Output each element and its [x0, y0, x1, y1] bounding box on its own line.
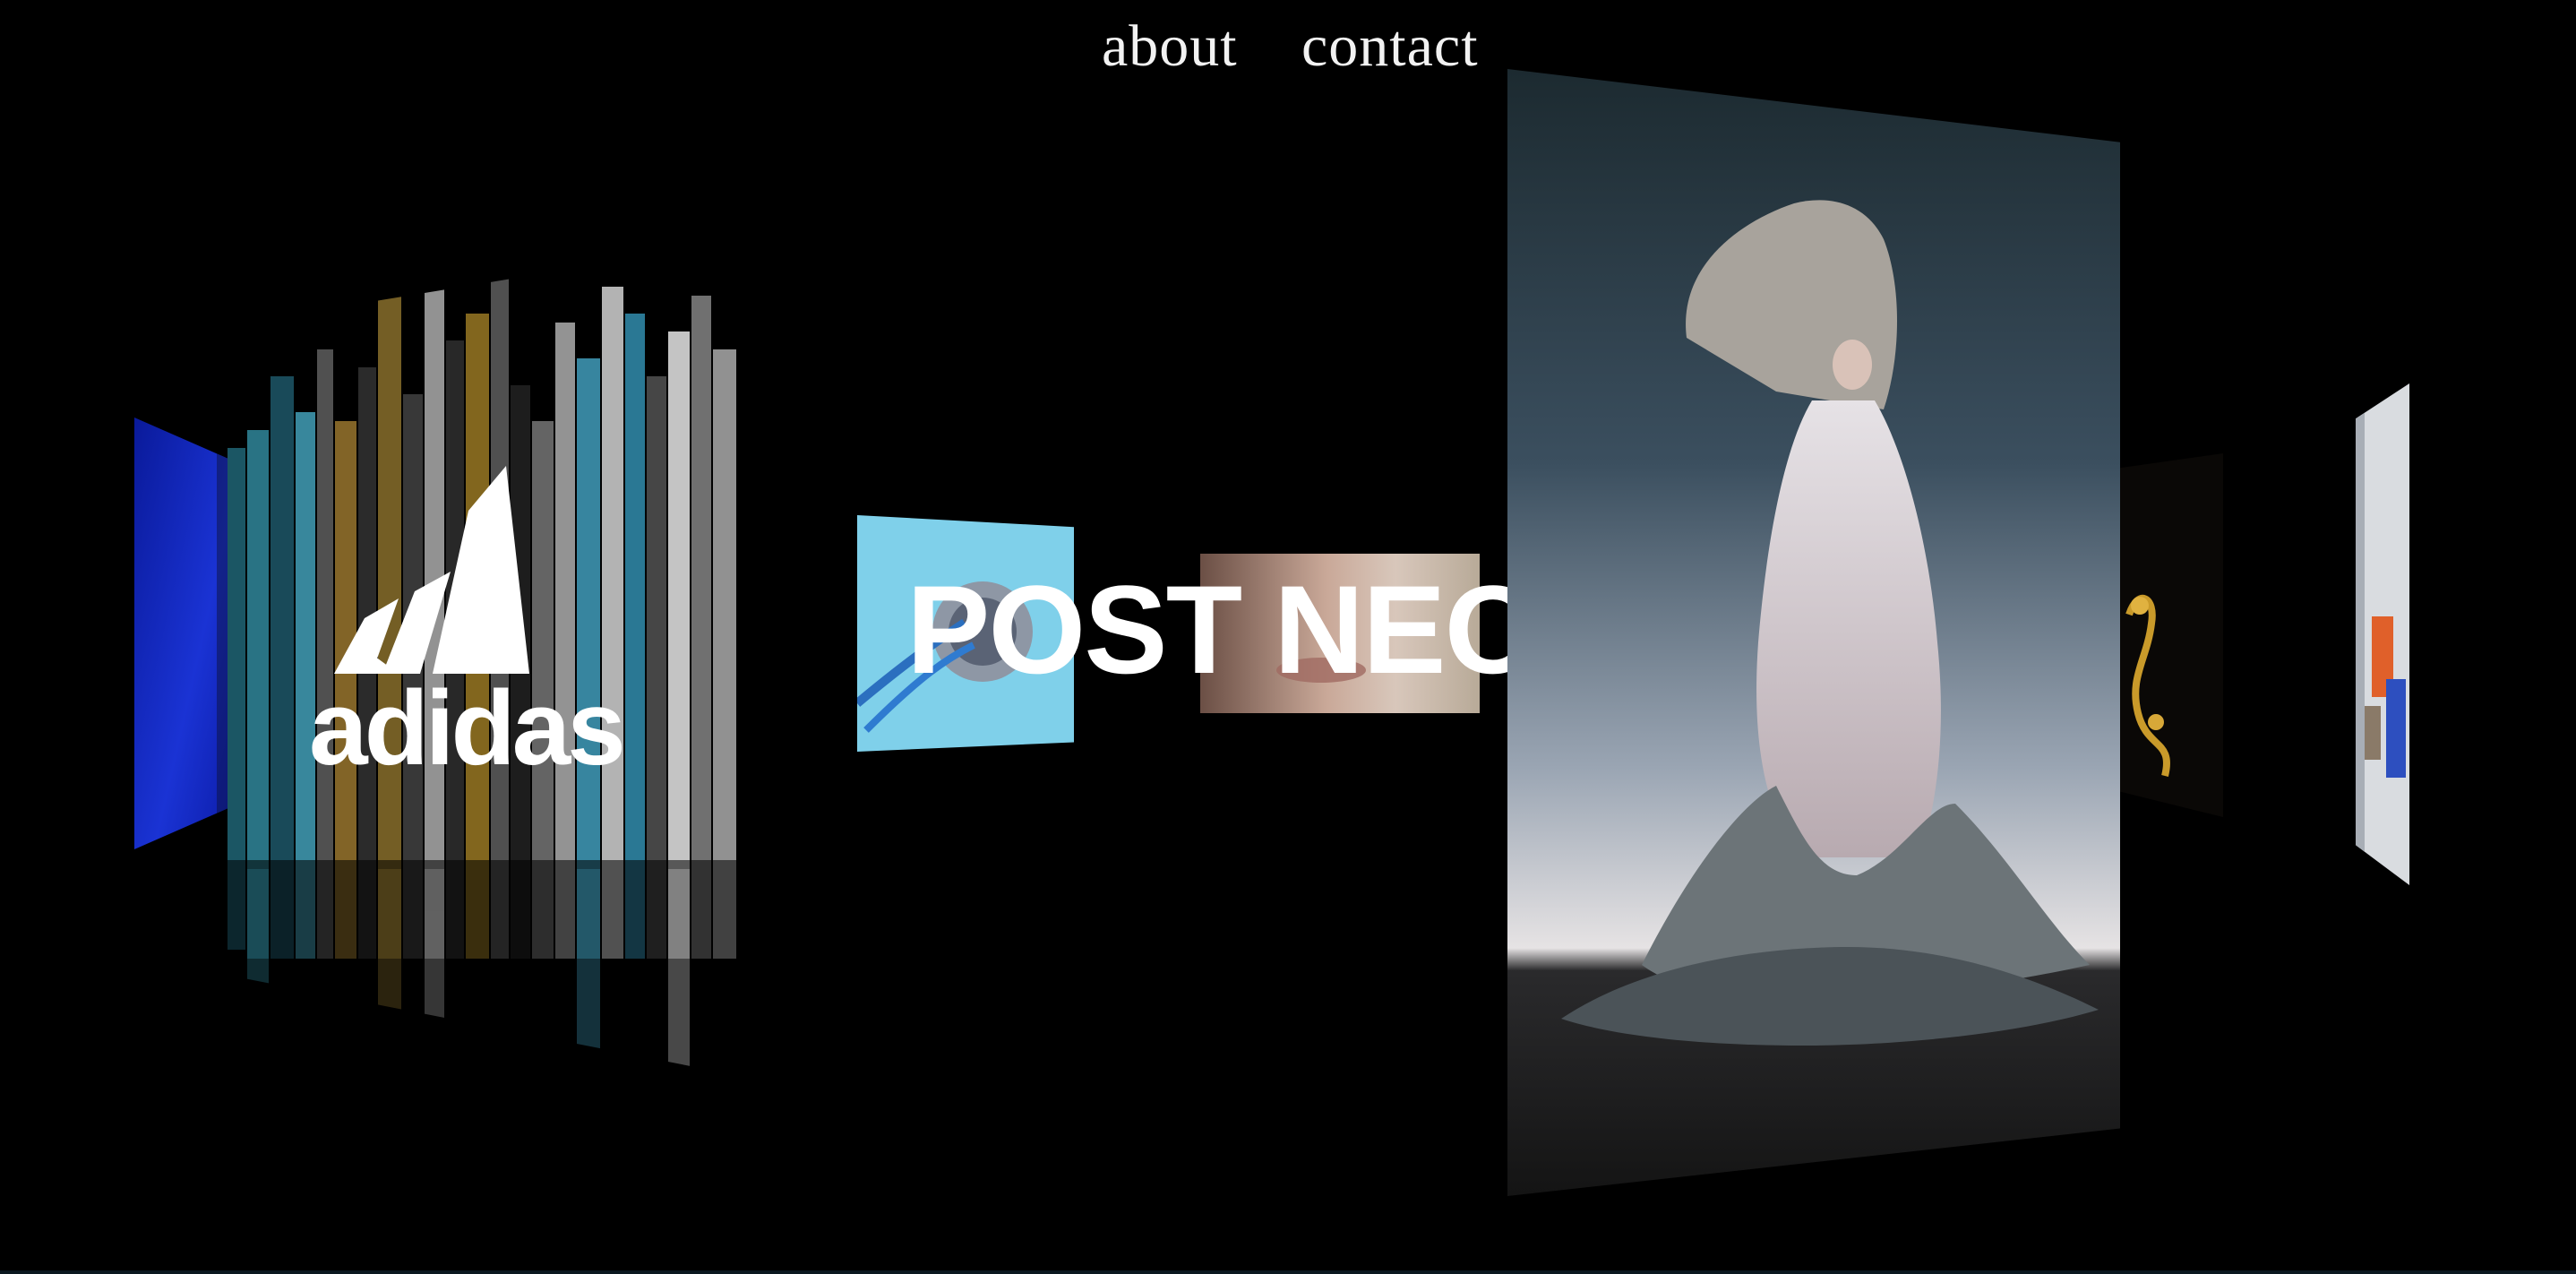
fashion-sculpture-image — [1507, 69, 2120, 1196]
contact-link[interactable]: contact — [1301, 13, 1479, 81]
project-card-face[interactable] — [1200, 554, 1480, 713]
blue-panel-image — [134, 417, 233, 849]
project-card-room[interactable] — [2356, 383, 2409, 885]
adidas-logo: adidas — [309, 466, 626, 797]
bottom-edge — [0, 1270, 2576, 1274]
blue-object-image — [857, 515, 1074, 752]
face-closeup-image — [1200, 554, 1480, 713]
project-card-dark[interactable] — [2120, 453, 2223, 817]
project-card-blue[interactable] — [134, 417, 233, 849]
project-card-blue-object[interactable] — [857, 515, 1074, 752]
top-navigation: about contact — [0, 13, 2576, 93]
adidas-wordmark: adidas — [309, 669, 626, 788]
dark-ornament-image — [2120, 453, 2223, 817]
project-card-fashion[interactable] — [1507, 69, 2120, 1196]
about-link[interactable]: about — [1102, 13, 1238, 81]
interior-room-image — [2356, 383, 2409, 885]
